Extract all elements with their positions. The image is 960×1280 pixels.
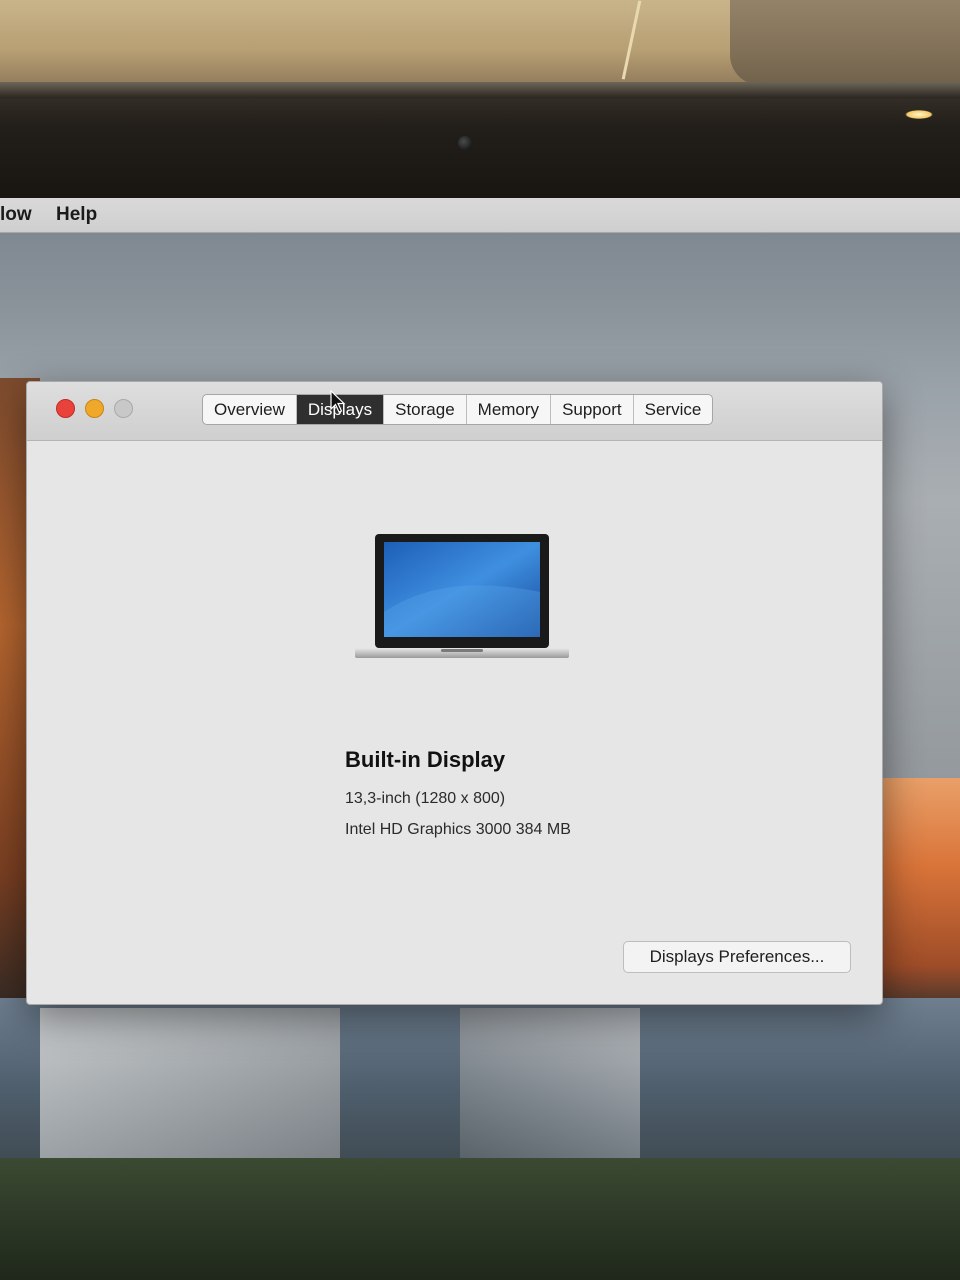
about-this-mac-window: Overview Displays Storage Memory Support…: [26, 381, 883, 1005]
room-background: [0, 0, 960, 90]
screen: low Help Overview Displays Storage Memor…: [0, 198, 960, 1280]
monitor-bezel: [0, 82, 960, 212]
bezel-edge: [0, 82, 960, 98]
tab-service[interactable]: Service: [634, 395, 713, 424]
menu-bar: low Help: [0, 198, 960, 233]
wallpaper-forest: [0, 1158, 960, 1280]
zoom-button[interactable]: [114, 399, 133, 418]
tab-memory[interactable]: Memory: [467, 395, 552, 424]
macbook-pro-icon: [355, 534, 569, 658]
displays-preferences-button[interactable]: Displays Preferences...: [623, 941, 851, 973]
minimize-button[interactable]: [85, 399, 104, 418]
menu-help[interactable]: Help: [56, 204, 97, 226]
display-size: 13,3-inch (1280 x 800): [345, 790, 506, 807]
wallpaper-granite: [460, 1008, 640, 1158]
tab-bar: Overview Displays Storage Memory Support…: [202, 394, 714, 425]
menu-window[interactable]: low: [0, 204, 32, 226]
tab-overview[interactable]: Overview: [203, 395, 297, 424]
light-glare: [905, 110, 933, 119]
window-titlebar[interactable]: Overview Displays Storage Memory Support…: [27, 382, 882, 441]
close-button[interactable]: [56, 399, 75, 418]
tab-support[interactable]: Support: [551, 395, 634, 424]
shelf: [730, 0, 960, 85]
mouse-cursor-icon: [330, 390, 346, 413]
wallpaper-cliff-right: [880, 778, 960, 998]
tab-storage[interactable]: Storage: [384, 395, 467, 424]
camera-icon: [458, 136, 472, 150]
display-name: Built-in Display: [345, 747, 506, 772]
display-graphics: Intel HD Graphics 3000 384 MB: [345, 821, 571, 838]
stick: [621, 0, 642, 80]
displays-panel: Built-in Display 13,3-inch (1280 x 800) …: [27, 441, 882, 1004]
